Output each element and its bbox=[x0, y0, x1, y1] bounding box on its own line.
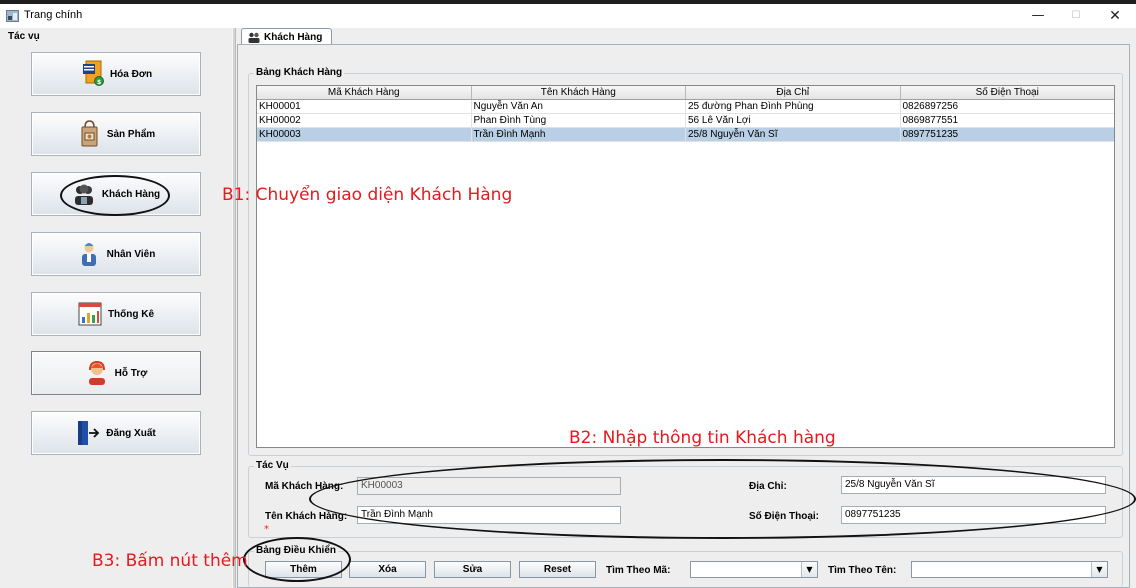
sidebar-title: Tác vụ bbox=[8, 31, 40, 42]
customer-table[interactable]: Mã Khách Hàng Tên Khách Hàng Địa Chỉ Số … bbox=[256, 85, 1115, 448]
nav-label: Hỗ Trợ bbox=[114, 367, 148, 379]
column-header-ten[interactable]: Tên Khách Hàng bbox=[472, 86, 686, 99]
employee-icon bbox=[81, 243, 96, 266]
minimize-button[interactable]: — bbox=[1020, 6, 1056, 26]
cell-ten: Phan Đình Tùng bbox=[472, 114, 686, 127]
annotation-ellipse-them bbox=[243, 537, 351, 582]
chevron-down-icon[interactable]: ▼ bbox=[1091, 562, 1107, 577]
tim-theo-ten-label: Tìm Theo Tên: bbox=[828, 565, 897, 576]
cell-ma: KH00003 bbox=[257, 128, 472, 141]
table-row[interactable]: KH00001 Nguyễn Văn An 25 đường Phan Đình… bbox=[257, 100, 1114, 114]
support-agent-icon bbox=[88, 360, 105, 385]
nav-button-san-pham[interactable]: Sản Phẩm bbox=[31, 112, 201, 156]
sua-button[interactable]: Sửa bbox=[434, 561, 511, 578]
annotation-b3: B3: Bấm nút thêm bbox=[92, 551, 248, 571]
cell-dia-chi: 25/8 Nguyễn Văn Sĩ bbox=[686, 128, 901, 141]
nav-button-nhan-vien[interactable]: Nhân Viên bbox=[31, 232, 201, 276]
logout-door-icon bbox=[78, 421, 100, 445]
annotation-ellipse-khach-hang bbox=[60, 175, 170, 216]
xoa-button[interactable]: Xóa bbox=[349, 561, 426, 578]
nav-label: Nhân Viên bbox=[106, 248, 156, 260]
cell-dia-chi: 56 Lê Văn Lợi bbox=[686, 114, 901, 127]
close-button[interactable]: ✕ bbox=[1097, 6, 1133, 26]
cell-ten: Nguyễn Văn An bbox=[472, 100, 686, 113]
tab-label: Khách Hàng bbox=[264, 31, 323, 43]
nav-label: Sản Phẩm bbox=[106, 128, 156, 140]
tab-khach-hang[interactable]: Khách Hàng bbox=[241, 28, 332, 45]
column-header-dia-chi[interactable]: Địa Chỉ bbox=[686, 86, 901, 99]
nav-label: Thống Kê bbox=[107, 308, 155, 320]
chevron-down-icon[interactable]: ▼ bbox=[801, 562, 817, 577]
invoice-icon: $ bbox=[82, 60, 104, 86]
required-marker: * bbox=[264, 524, 269, 535]
annotation-b2: B2: Nhập thông tin Khách hàng bbox=[569, 428, 836, 448]
annotation-b1: B1: Chuyển giao diện Khách Hàng bbox=[222, 185, 513, 205]
customer-table-title: Bảng Khách Hàng bbox=[254, 67, 345, 78]
nav-button-dang-xuat[interactable]: Đăng Xuất bbox=[31, 411, 201, 455]
reset-button[interactable]: Reset bbox=[519, 561, 596, 578]
table-header: Mã Khách Hàng Tên Khách Hàng Địa Chỉ Số … bbox=[257, 86, 1114, 100]
column-header-ma[interactable]: Mã Khách Hàng bbox=[257, 86, 472, 99]
table-row[interactable]: KH00002 Phan Đình Tùng 56 Lê Văn Lợi 086… bbox=[257, 114, 1114, 128]
cell-ten: Trần Đình Mạnh bbox=[472, 128, 686, 141]
product-bag-icon bbox=[81, 120, 98, 147]
customers-icon bbox=[248, 32, 260, 43]
app-icon bbox=[6, 10, 19, 22]
cell-sdt: 0869877551 bbox=[902, 115, 959, 126]
nav-button-ho-tro[interactable]: Hỗ Trợ bbox=[31, 351, 201, 395]
cell-ma: KH00001 bbox=[257, 100, 472, 113]
nav-button-thong-ke[interactable]: Thống Kê bbox=[31, 292, 201, 336]
annotation-ellipse-form bbox=[309, 459, 1136, 539]
title-bar: Trang chính — ☐ ✕ bbox=[0, 4, 1136, 28]
tim-theo-ten-combo[interactable]: ▼ bbox=[911, 561, 1108, 578]
table-row-selected[interactable]: KH00003 Trần Đình Mạnh 25/8 Nguyễn Văn S… bbox=[257, 128, 1114, 142]
task-form-title: Tác Vụ bbox=[254, 460, 291, 471]
cell-sdt: 0826897256 bbox=[902, 101, 959, 112]
cell-dia-chi: 25 đường Phan Đình Phùng bbox=[686, 100, 901, 113]
window-title: Trang chính bbox=[24, 9, 83, 21]
cell-ma: KH00002 bbox=[257, 114, 472, 127]
cell-sdt: 0897751235 bbox=[902, 129, 959, 140]
splitter[interactable] bbox=[232, 28, 236, 588]
nav-button-hoa-don[interactable]: $ Hóa Đơn bbox=[31, 52, 201, 96]
maximize-button[interactable]: ☐ bbox=[1058, 6, 1094, 26]
svg-text:$: $ bbox=[97, 79, 101, 86]
nav-label: Đăng Xuất bbox=[106, 427, 156, 439]
column-header-sdt[interactable]: Số Điện Thoại bbox=[901, 86, 1115, 99]
tim-theo-ma-label: Tìm Theo Mã: bbox=[606, 565, 671, 576]
statistics-icon bbox=[78, 302, 102, 326]
tim-theo-ma-combo[interactable]: ▼ bbox=[690, 561, 818, 578]
nav-label: Hóa Đơn bbox=[109, 68, 153, 80]
sidebar: Tác vụ $ Hóa Đơn Sản Phẩm Khách Hàng Nhâ… bbox=[0, 28, 232, 588]
